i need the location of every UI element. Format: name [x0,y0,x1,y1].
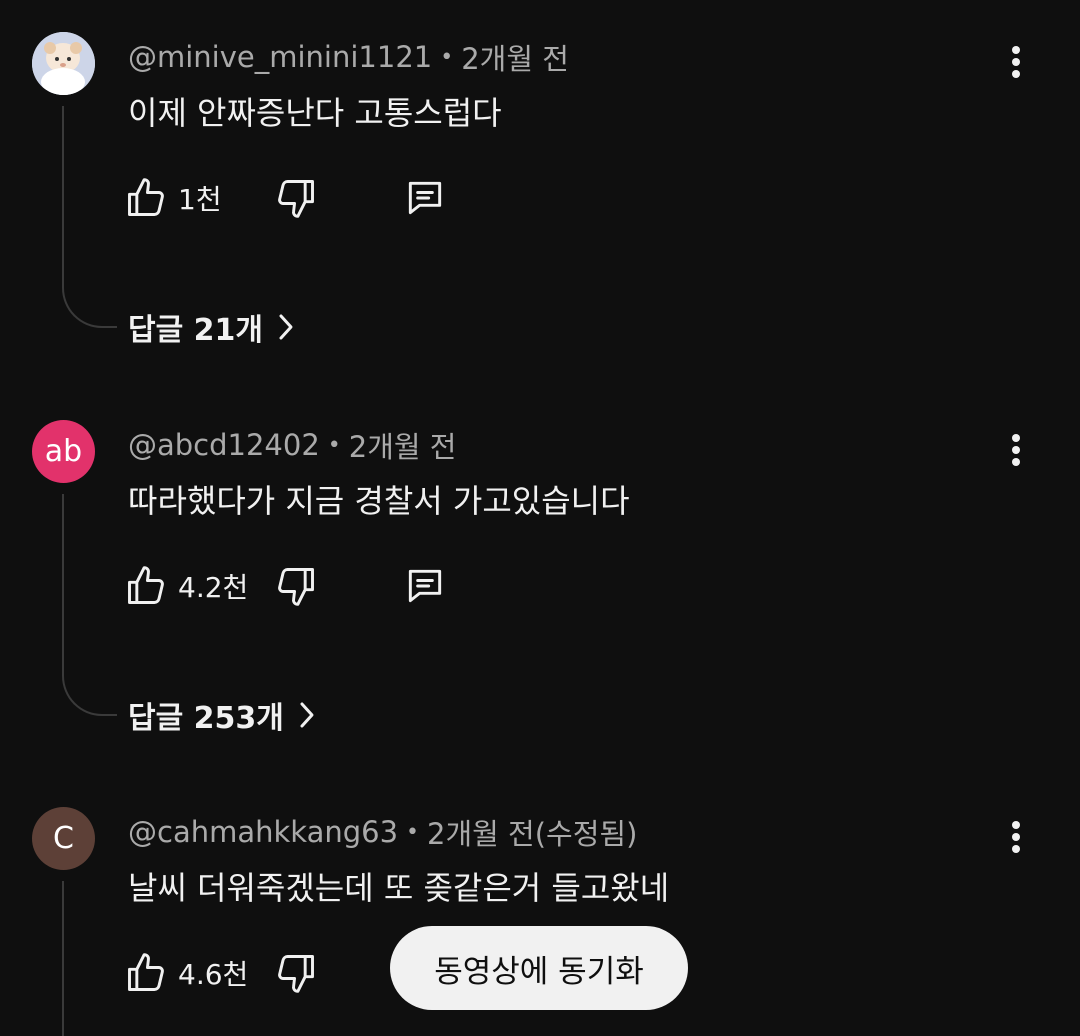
replies-label: 답글 253개 [128,701,284,736]
meta-separator: • [406,819,420,845]
avatar-letter: ab [44,434,83,469]
chevron-right-icon [300,702,314,728]
comment-meta: @minive_minini1121 • 2개월 전 [128,36,569,78]
comment-meta: @abcd12402 • 2개월 전 [128,424,457,466]
comment-actions: 4.2천 [124,560,1024,612]
thread-line [62,106,64,284]
avatar[interactable]: ab [32,420,95,483]
meta-separator: • [327,432,341,458]
replies-label: 답글 21개 [128,313,263,348]
comment-text: 따라했다가 지금 경찰서 가고있습니다 [128,482,630,520]
comment-meta: @cahmahkkang63 • 2개월 전(수정됨) [128,811,637,853]
avatar[interactable] [32,32,95,95]
more-vert-icon [1012,821,1020,853]
comment-time: 2개월 전(수정됨) [427,817,638,851]
thumb-up-icon [128,566,164,604]
avatar[interactable]: C [32,807,95,870]
more-options-button[interactable] [996,815,1036,859]
view-replies-button[interactable]: 답글 253개 [128,693,316,737]
plush-avatar-image [32,32,95,95]
more-vert-icon [1012,434,1020,466]
comment-text: 날씨 더워죽겠는데 또 좆같은거 들고왔네 [128,869,670,907]
meta-separator: • [440,44,454,70]
chevron-right-icon [279,314,293,340]
like-count: 1천 [178,183,222,216]
thread-connector [62,283,117,328]
thumb-down-icon [278,180,314,218]
like-button[interactable]: 4.6천 [124,947,248,999]
more-options-button[interactable] [996,428,1036,472]
thumb-up-icon [128,953,164,991]
dislike-button[interactable] [274,947,318,999]
thread-line [62,881,64,1036]
like-button[interactable]: 4.2천 [124,560,248,612]
comment-time: 2개월 전 [461,42,569,76]
comment-actions: 1천 [124,172,1024,224]
reply-button[interactable] [402,560,448,612]
sync-to-video-button[interactable]: 동영상에 동기화 [390,926,688,1010]
dislike-button[interactable] [274,560,318,612]
comment-icon [408,569,442,603]
comment-time: 2개월 전 [348,430,457,464]
comments-panel: @minive_minini1121 • 2개월 전 이제 안짜증난다 고통스럽… [0,0,1080,1036]
like-count: 4.2천 [178,571,249,604]
author-handle[interactable]: @minive_minini1121 [128,40,432,74]
like-button[interactable]: 1천 [124,172,222,224]
comment-icon [408,181,442,215]
thumb-down-icon [278,568,314,606]
like-count: 4.6천 [178,958,249,991]
reply-button[interactable] [402,172,448,224]
more-vert-icon [1012,46,1020,78]
thread-connector [62,671,117,716]
author-handle[interactable]: @cahmahkkang63 [128,815,398,849]
comment-text: 이제 안짜증난다 고통스럽다 [128,94,502,132]
more-options-button[interactable] [996,40,1036,84]
thread-line [62,494,64,672]
thumb-down-icon [278,955,314,993]
author-handle[interactable]: @abcd12402 [128,428,320,462]
avatar-letter: C [53,821,74,856]
thumb-up-icon [128,178,164,216]
view-replies-button[interactable]: 답글 21개 [128,305,295,349]
dislike-button[interactable] [274,172,318,224]
